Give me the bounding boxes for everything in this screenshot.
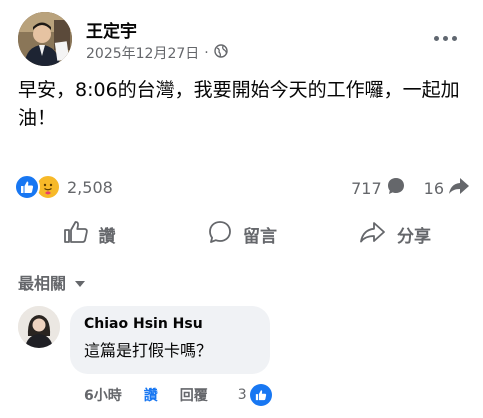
- commenter-name[interactable]: Chiao Hsin Hsu: [84, 316, 256, 332]
- comment-actions: 6小時 讚 回覆 3: [84, 384, 272, 406]
- comment-count[interactable]: 717: [351, 179, 382, 198]
- like-icon: [14, 174, 40, 200]
- comment-icon: [207, 219, 233, 250]
- like-button[interactable]: 讚: [14, 214, 164, 254]
- caret-down-icon: [74, 273, 86, 292]
- comment-sort-dropdown[interactable]: 最相關: [18, 270, 86, 294]
- comment-reply-button[interactable]: 回覆: [180, 385, 208, 405]
- comment-item: Chiao Hsin Hsu 這篇是打假卡嗎？ 6小時 讚 回覆 3: [18, 306, 478, 416]
- post-date[interactable]: 2025年12月27日: [86, 43, 199, 63]
- globe-icon: [214, 44, 228, 62]
- post-meta: 2025年12月27日 ·: [86, 43, 228, 63]
- meta-separator: ·: [204, 45, 209, 61]
- sort-label: 最相關: [18, 274, 67, 293]
- comment-button[interactable]: 留言: [167, 214, 317, 254]
- comment-bubble: Chiao Hsin Hsu 這篇是打假卡嗎？: [70, 306, 270, 374]
- more-dot: [442, 35, 448, 41]
- share-icon: [359, 220, 387, 249]
- share-button[interactable]: 分享: [320, 214, 470, 254]
- share-count[interactable]: 16: [424, 179, 444, 198]
- like-icon: [249, 384, 272, 406]
- like-label: 讚: [98, 226, 116, 247]
- post-text: 早安，8:06的台灣，我要開始今天的工作囉，一起加油！: [18, 79, 460, 129]
- comment-like-button[interactable]: 讚: [144, 385, 158, 405]
- thumbs-up-icon: [63, 220, 89, 249]
- post-stats: 2,508 717 16: [14, 174, 474, 202]
- comment-bubble-icon: [386, 176, 406, 200]
- share-label: 分享: [397, 226, 431, 247]
- author-name[interactable]: 王定宇: [86, 17, 137, 42]
- commenter-avatar[interactable]: [18, 306, 60, 348]
- more-dot: [433, 35, 439, 41]
- more-options-button[interactable]: [430, 26, 460, 50]
- author-avatar[interactable]: [18, 12, 72, 66]
- comment-text: 這篇是打假卡嗎？: [84, 341, 213, 360]
- comment-like-count: 3: [237, 387, 247, 403]
- more-dot: [451, 35, 457, 41]
- reaction-summary[interactable]: 2,508: [14, 174, 113, 200]
- share-arrow-icon: [448, 176, 470, 200]
- comment-time[interactable]: 6小時: [84, 385, 122, 405]
- engagement-counts: 717 16: [351, 176, 470, 200]
- reaction-count: 2,508: [67, 177, 113, 197]
- post-header: 王定宇 2025年12月27日 ·: [18, 12, 468, 66]
- post-actions: 讚 留言 分享: [14, 214, 470, 254]
- comment-label: 留言: [243, 226, 277, 247]
